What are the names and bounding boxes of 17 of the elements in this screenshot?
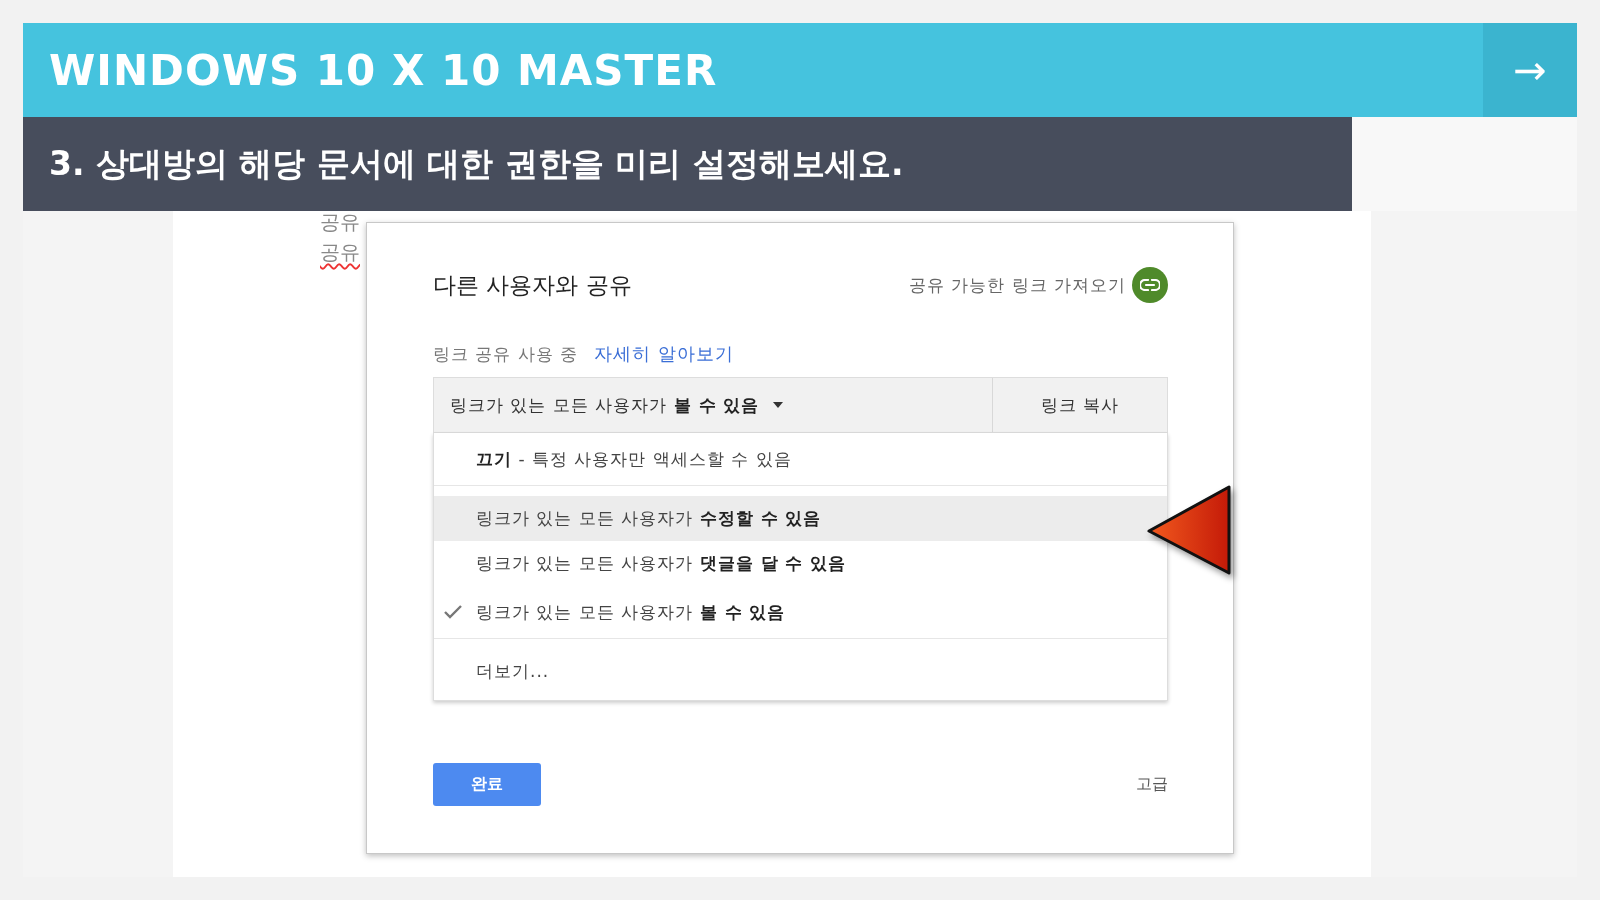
link-icon[interactable]	[1132, 267, 1168, 303]
menu-item[interactable]: 더보기...	[434, 649, 1167, 694]
document-text: 공유	[320, 239, 361, 266]
menu-item[interactable]: 링크가 있는 모든 사용자가 댓글을 달 수 있음	[434, 541, 1167, 586]
caret-icon	[773, 402, 784, 408]
menu-item[interactable]: 링크가 있는 모든 사용자가 볼 수 있음	[434, 586, 1167, 639]
get-link-link[interactable]: 공유 가능한 링크 가져오기	[908, 273, 1126, 297]
learn-more-link[interactable]: 자세히 알아보기	[594, 342, 734, 366]
document-text: 공유	[320, 209, 361, 236]
advanced-link[interactable]: 고급	[1136, 774, 1168, 795]
dialog-title: 다른 사용자와 공유	[433, 270, 632, 300]
menu-item[interactable]: 끄기 - 특정 사용자만 액세스할 수 있음	[434, 433, 1167, 486]
link-status-text: 링크 공유 사용 중	[433, 342, 579, 366]
check-icon	[444, 605, 462, 619]
subtitle-banner: 3. 상대방의 해당 문서에 대한 권한을 미리 설정해보세요.	[23, 117, 1352, 211]
menu-item[interactable]: 링크가 있는 모든 사용자가 수정할 수 있음	[434, 496, 1167, 541]
slide-title: WINDOWS 10 X 10 MASTER	[48, 45, 718, 95]
